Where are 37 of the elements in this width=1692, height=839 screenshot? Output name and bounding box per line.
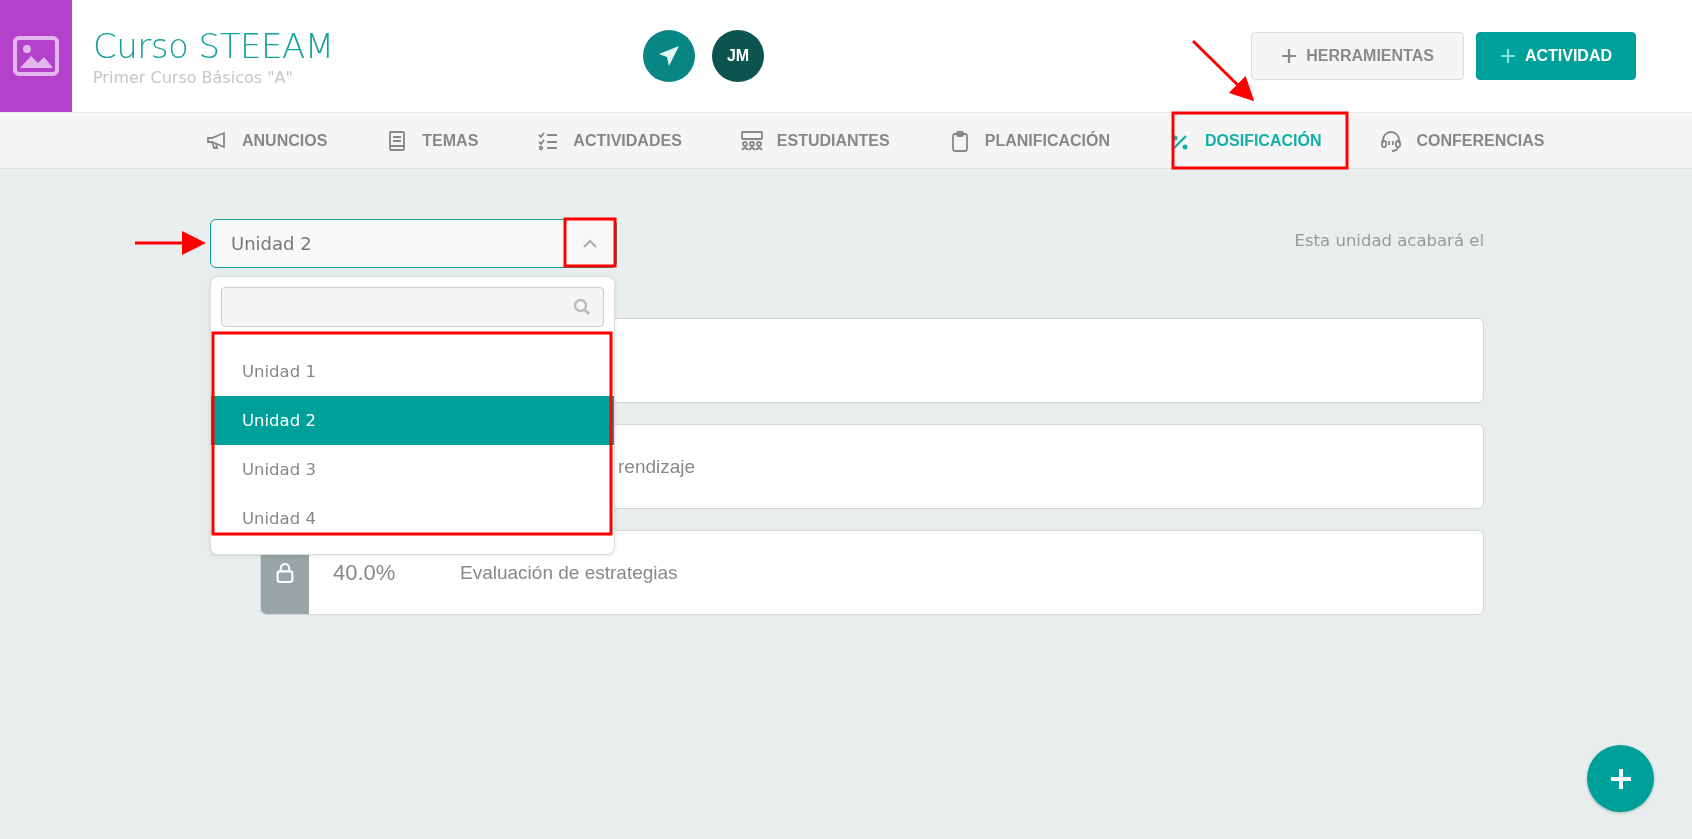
image-icon [13,36,59,76]
card-title: rendizaje [618,455,696,478]
dropdown-option[interactable]: Unidad 1 [211,347,614,396]
plus-icon [1609,767,1632,790]
search-field[interactable] [221,287,604,327]
nav-tab[interactable]: ACTIVIDADES [507,112,711,169]
search-icon [573,298,591,316]
nav-tab[interactable]: PLANIFICACIÓN [918,112,1140,169]
chevron-up-icon [582,238,598,249]
nav-tab[interactable]: ANUNCIOS [203,112,357,169]
course-title: Curso STEEAM [93,25,335,66]
unit-select[interactable]: Unidad 2 [210,219,617,268]
nav-tab[interactable]: DOSIFICACIÓN [1139,112,1351,169]
dropdown-option[interactable]: Unidad 2 [211,396,614,445]
nav-tab[interactable]: CONFERENCIAS [1350,112,1574,169]
annotation-box [563,217,617,268]
lock-icon [276,562,294,583]
dropdown-option[interactable]: Unidad 3 [211,445,614,494]
annotation-arrow [1191,39,1255,102]
course-subtitle: Primer Curso Básicos "A" [93,67,294,87]
card-title: Evaluación de estrategias [460,561,678,584]
unit-end-note: Esta unidad acabará el [1294,231,1484,250]
send-button[interactable] [643,30,695,82]
paper-plane-icon [657,44,681,68]
add-activity-button[interactable]: ACTIVIDAD [1475,32,1636,80]
card-value: 40.0% [333,559,397,586]
add-button[interactable] [1587,745,1654,812]
dropdown-option[interactable]: Unidad 4 [211,494,614,543]
plus-icon [1499,48,1516,64]
user-avatar[interactable]: JM [712,30,764,82]
headset-icon [1379,129,1404,152]
nav-tab[interactable]: TEMAS [356,112,508,169]
tools-button[interactable]: HERRAMIENTAS [1251,32,1464,80]
plus-icon [1281,48,1298,64]
nav-tab[interactable]: ESTUDIANTES [710,112,919,169]
annotation-arrow [135,231,206,255]
group-icon [739,129,764,152]
